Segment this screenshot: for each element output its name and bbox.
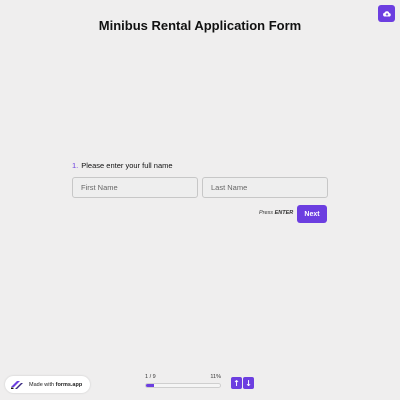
- progress: 1 / 9 11%: [145, 374, 221, 388]
- forms-app-logo-icon: [11, 380, 23, 389]
- progress-count: 1 / 9: [145, 374, 156, 380]
- press-key: ENTER: [274, 210, 294, 216]
- arrow-down-icon: ↓: [245, 378, 252, 388]
- last-name-input[interactable]: [202, 177, 328, 198]
- made-with-badge[interactable]: Made with forms.app: [5, 376, 90, 393]
- press-prefix: Press: [259, 210, 274, 216]
- progress-bar: [145, 383, 221, 388]
- cloud-icon: [382, 10, 391, 17]
- arrow-up-icon: ↑: [233, 378, 240, 388]
- next-button[interactable]: Next: [297, 205, 327, 223]
- previous-question-button[interactable]: ↑: [231, 377, 242, 389]
- brand-name: forms.app: [55, 381, 83, 388]
- form-page: Minibus Rental Application Form 1. Pleas…: [0, 0, 400, 400]
- first-name-input[interactable]: [72, 177, 198, 198]
- question-label: 1. Please enter your full name: [72, 161, 173, 170]
- made-with-text: Made with: [29, 381, 55, 388]
- progress-fill: [146, 384, 155, 387]
- question-text: Please enter your full name: [81, 161, 173, 170]
- next-question-button[interactable]: ↓: [243, 377, 254, 389]
- question-number: 1.: [72, 161, 79, 170]
- progress-percent: 11%: [210, 374, 221, 380]
- form-title: Minibus Rental Application Form: [98, 18, 302, 33]
- press-enter-hint: Press ENTER: [259, 210, 293, 216]
